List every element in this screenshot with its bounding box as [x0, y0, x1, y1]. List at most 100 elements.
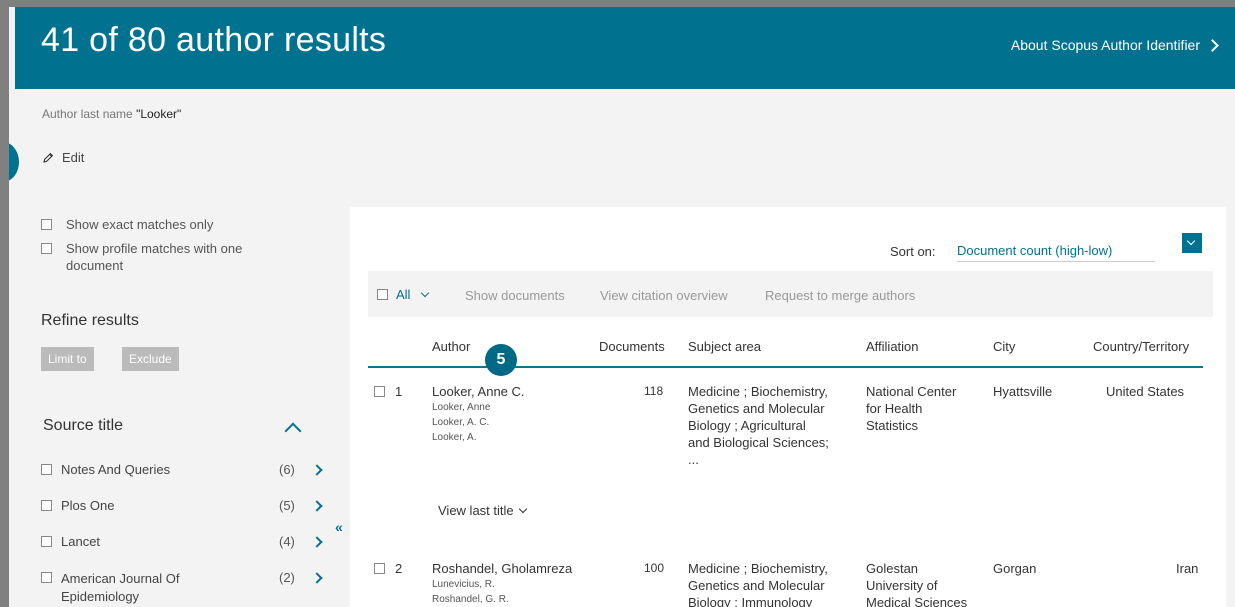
row-select[interactable]: 1 — [374, 384, 402, 399]
source-checkbox[interactable] — [41, 464, 52, 475]
results-header: 41 of 80 author results About Scopus Aut… — [15, 7, 1235, 89]
author-variant: Looker, Anne — [432, 402, 491, 413]
country-cell: United States — [1106, 384, 1185, 399]
author-variant: Looker, A. — [432, 432, 477, 443]
edit-label: Edit — [62, 150, 85, 165]
affiliation-cell: Golestan University of Medical Sciences — [866, 560, 967, 607]
city-cell: Gorgan — [993, 561, 1037, 576]
documents-count: 118 — [644, 384, 664, 398]
exclude-button[interactable]: Exclude — [122, 347, 179, 371]
source-checkbox[interactable] — [41, 500, 52, 511]
show-documents-button[interactable]: Show documents — [465, 288, 565, 303]
author-variant: Roshandel, G. R. — [432, 594, 509, 605]
view-last-title-toggle[interactable]: View last title — [438, 503, 527, 518]
select-all-dropdown[interactable]: All — [377, 287, 430, 302]
column-documents[interactable]: Documents — [599, 339, 665, 354]
collapse-sidebar-icon[interactable]: « — [335, 519, 343, 535]
affiliation-line: for Health — [866, 401, 923, 416]
results-panel: Sort on: Document count (high-low) All S… — [350, 207, 1226, 607]
chevron-down-icon — [421, 288, 430, 297]
row-select[interactable]: 2 — [374, 561, 402, 576]
exact-matches-checkbox[interactable] — [41, 219, 52, 230]
about-author-identifier-link[interactable]: About Scopus Author Identifier — [1010, 37, 1219, 53]
sort-dropdown-chevron-icon[interactable] — [1182, 233, 1202, 253]
subject-line: Genetics and Molecular — [688, 401, 825, 416]
page-title: 41 of 80 author results — [41, 21, 387, 59]
author-cell: Looker, Anne C. Looker, Anne Looker, A. … — [432, 383, 525, 445]
subject-area-cell: Medicine ; Biochemistry, Genetics and Mo… — [688, 560, 828, 607]
source-checkbox[interactable] — [41, 572, 52, 583]
affiliation-line: University of — [866, 578, 938, 593]
merge-authors-button[interactable]: Request to merge authors — [765, 288, 915, 303]
source-name: Notes And Queries — [61, 462, 171, 477]
author-variant: Looker, A. C. — [432, 417, 490, 428]
source-name-line2: Epidemiology — [61, 589, 140, 604]
refine-results-title: Refine results — [41, 312, 139, 329]
subject-line: and Biological Sciences; — [688, 435, 829, 450]
subject-area-cell: Medicine ; Biochemistry, Genetics and Mo… — [688, 383, 829, 468]
profile-matches-line1: Show profile matches with one — [66, 241, 243, 256]
row-number: 1 — [395, 384, 403, 399]
source-count: (5) — [279, 498, 295, 513]
sort-select[interactable]: Document count (high-low) — [957, 234, 1155, 262]
sort-label: Sort on: — [890, 244, 936, 259]
step-badge: 5 — [485, 344, 517, 376]
source-count: (2) — [279, 570, 295, 585]
source-name-line1: American Journal Of — [61, 571, 180, 586]
author-cell: Roshandel, Gholamreza Lunevicius, R. Ros… — [432, 560, 572, 607]
source-name: Plos One — [61, 498, 115, 513]
author-name-link[interactable]: Roshandel, Gholamreza — [432, 560, 572, 577]
affiliation-line: Statistics — [866, 418, 919, 433]
source-count: (4) — [279, 534, 295, 549]
select-all-checkbox[interactable] — [377, 289, 388, 300]
subject-line: Genetics and Molecular — [688, 578, 825, 593]
source-name: Lancet — [61, 534, 101, 549]
chevron-right-icon[interactable] — [311, 572, 323, 584]
query-value: "Looker" — [136, 107, 182, 121]
chevron-right-icon — [1206, 38, 1219, 52]
column-subject-area[interactable]: Subject area — [688, 339, 761, 354]
column-city[interactable]: City — [993, 339, 1015, 354]
row-checkbox[interactable] — [374, 386, 385, 397]
chevron-right-icon[interactable] — [311, 500, 323, 512]
author-name-link[interactable]: Looker, Anne C. — [432, 383, 525, 400]
search-query: Author last name "Looker" — [42, 107, 181, 121]
profile-matches-line2: document — [66, 258, 124, 273]
profile-matches-label: Show profile matches with one document — [66, 240, 242, 274]
collapse-source-chevron-up-icon[interactable] — [284, 422, 302, 440]
city-cell: Hyattsville — [993, 384, 1053, 399]
subject-line: Medicine ; Biochemistry, — [688, 561, 828, 576]
source-name: American Journal Of Epidemiology — [61, 570, 180, 606]
documents-count: 100 — [644, 561, 665, 575]
subject-line: ... — [688, 452, 699, 467]
column-affiliation[interactable]: Affiliation — [866, 339, 919, 354]
chevron-right-icon[interactable] — [311, 536, 323, 548]
affiliation-line: Golestan — [866, 561, 919, 576]
source-title-heading: Source title — [43, 417, 124, 434]
limit-to-button[interactable]: Limit to — [41, 347, 94, 371]
row-number: 2 — [395, 561, 403, 576]
chevron-right-icon[interactable] — [311, 464, 323, 476]
subject-line: Biology ; Agricultural — [688, 418, 806, 433]
profile-matches-checkbox[interactable] — [41, 243, 52, 254]
subject-line: Biology ; Immunology — [688, 595, 813, 607]
chevron-down-icon — [518, 504, 527, 513]
edit-search-button[interactable]: Edit — [42, 150, 84, 165]
affiliation-cell: National Center for Health Statistics — [866, 383, 956, 434]
select-all-label: All — [396, 287, 411, 302]
column-author[interactable]: Author — [432, 339, 470, 354]
affiliation-line: Medical Sciences — [866, 595, 968, 607]
source-checkbox[interactable] — [41, 536, 52, 547]
column-country[interactable]: Country/Territory — [1093, 339, 1189, 354]
author-variant: Lunevicius, R. — [432, 579, 495, 590]
affiliation-line: National Center — [866, 384, 957, 399]
exact-matches-option[interactable]: Show exact matches only — [41, 216, 213, 233]
about-link-label: About Scopus Author Identifier — [1010, 37, 1200, 53]
view-last-title-label: View last title — [438, 503, 514, 518]
step-badge-partial — [9, 142, 19, 182]
profile-matches-option[interactable]: Show profile matches with one document — [41, 240, 242, 274]
refine-sidebar: Show exact matches only Show profile mat… — [15, 192, 345, 607]
query-label: Author last name — [42, 107, 133, 121]
row-checkbox[interactable] — [374, 563, 385, 574]
view-citation-overview-button[interactable]: View citation overview — [600, 288, 728, 303]
